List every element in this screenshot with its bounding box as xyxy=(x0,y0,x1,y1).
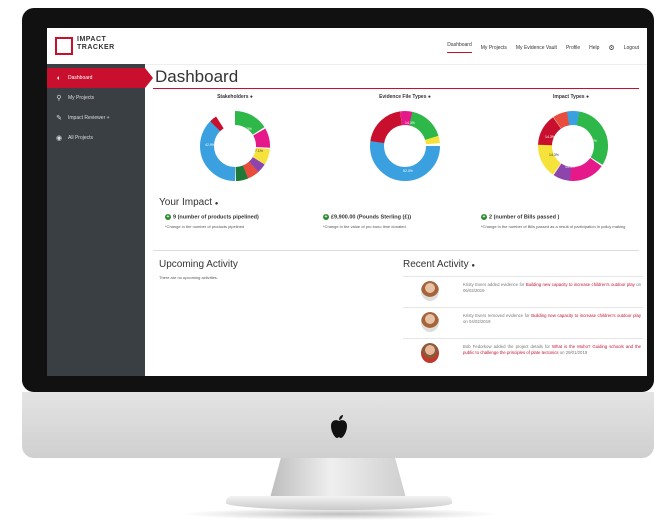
slice-label: 14.3% xyxy=(549,153,559,157)
globe-icon: ◉ xyxy=(55,135,63,142)
activity-text: Kristy Evers added evidence for Building… xyxy=(463,282,641,293)
impact-metric: +2 (number of Bills passed ) xyxy=(481,214,560,221)
chart-title-impact-types: Impact Types ● xyxy=(552,94,589,100)
screen: IMPACT TRACKER Dashboard My Projects My E… xyxy=(47,28,647,376)
info-icon[interactable]: ● xyxy=(215,201,219,207)
plus-icon: + xyxy=(481,214,487,220)
apple-logo-icon xyxy=(331,415,347,438)
dashboard-icon: ◐ xyxy=(56,74,62,82)
slice-label: 14.3% xyxy=(565,165,575,169)
project-link[interactable]: Building new capacity to increase childr… xyxy=(531,313,641,318)
settings-icon[interactable]: ⚙ xyxy=(608,44,614,52)
impact-metric: + £9,900.00 (Pounds Sterling (£)) xyxy=(323,214,412,221)
info-icon[interactable]: ● xyxy=(250,94,253,100)
slice-label: 21.4% xyxy=(587,139,597,143)
top-bar: IMPACT TRACKER Dashboard My Projects My E… xyxy=(47,28,647,65)
impact-note: *Change in the value of pro bono time do… xyxy=(323,224,406,229)
activity-item[interactable]: Kristy Evers removed evidence for Buildi… xyxy=(403,307,643,338)
slice-label: 7.1% xyxy=(255,149,263,153)
impact-note: *Change in the number of Bills passed as… xyxy=(481,224,626,229)
sidebar-item-my-projects[interactable]: ⚲ My Projects xyxy=(47,88,145,108)
nav-my-projects[interactable]: My Projects xyxy=(481,45,507,51)
nav-profile[interactable]: Profile xyxy=(566,45,580,51)
avatar xyxy=(421,343,439,363)
avatar xyxy=(421,281,439,301)
sidebar-item-all-projects[interactable]: ◉ All Projects xyxy=(47,128,145,148)
activity-text: Bob Fedorkow added the project details f… xyxy=(463,344,641,355)
main-content: Dashboard Stakeholders ● Evidence File T… xyxy=(145,64,647,376)
brand-name[interactable]: IMPACT TRACKER xyxy=(77,36,137,52)
logo-icon[interactable] xyxy=(55,37,73,55)
nav-logout[interactable]: Logout xyxy=(624,45,639,51)
monitor-stand-neck xyxy=(270,458,406,498)
impact-note: *Change in the number of products pipeli… xyxy=(165,224,245,229)
avatar xyxy=(421,312,439,332)
section-title-recent-activity: Recent Activity ● xyxy=(403,259,475,270)
sidebar-item-impact-reviewer[interactable]: ✎ Impact Reviewer + xyxy=(47,108,145,128)
donut-chart-stakeholders[interactable]: 14.3% 7.1% 42.9% xyxy=(197,108,273,184)
nav-dashboard[interactable]: Dashboard xyxy=(447,42,472,53)
slice-label: 42.9% xyxy=(205,143,215,147)
map-pin-icon: ⚲ xyxy=(56,95,62,102)
page-title: Dashboard xyxy=(155,67,239,86)
info-icon[interactable]: ● xyxy=(586,94,589,100)
activity-item[interactable]: Bob Fedorkow added the project details f… xyxy=(403,338,643,369)
donut-chart-evidence-file-types[interactable]: 14.3% 52.0% xyxy=(367,108,443,184)
section-title-your-impact: Your Impact ● xyxy=(159,197,219,208)
megaphone-icon: ✎ xyxy=(56,115,62,122)
info-icon[interactable]: ● xyxy=(428,94,431,100)
monitor-stand-base xyxy=(226,496,452,510)
section-divider xyxy=(153,250,639,251)
plus-icon: + xyxy=(323,214,329,220)
activity-text: Kristy Evers removed evidence for Buildi… xyxy=(463,313,641,324)
plus-icon: + xyxy=(165,214,171,220)
slice-label: 52.0% xyxy=(403,169,413,173)
title-divider xyxy=(153,88,639,89)
donut-chart-impact-types[interactable]: 21.4% 14.3% 14.3% 14.3% xyxy=(535,108,611,184)
nav-evidence-vault[interactable]: My Evidence Vault xyxy=(516,45,557,51)
project-link[interactable]: Building new capacity to increase childr… xyxy=(526,282,635,287)
impact-metric: +9 (number of products pipelined) xyxy=(165,214,259,221)
slice-label: 14.3% xyxy=(405,121,415,125)
section-title-upcoming-activity: Upcoming Activity xyxy=(159,259,238,270)
main-nav: Dashboard My Projects My Evidence Vault … xyxy=(447,42,639,53)
slice-label: 14.3% xyxy=(242,127,252,131)
info-icon[interactable]: ● xyxy=(471,263,475,269)
chart-title-stakeholders: Stakeholders ● xyxy=(217,94,253,100)
empty-state-text: There are no upcoming activities. xyxy=(159,275,218,280)
nav-help[interactable]: Help xyxy=(589,45,599,51)
slice-label: 14.3% xyxy=(545,135,555,139)
sidebar: ◐ Dashboard ⚲ My Projects ✎ Impact Reviewer… xyxy=(47,64,153,376)
sidebar-item-dashboard[interactable]: ◐ Dashboard xyxy=(47,68,153,88)
activity-item[interactable]: Kristy Evers added evidence for Building… xyxy=(403,276,643,307)
chart-title-evidence-file-types: Evidence File Types ● xyxy=(379,94,431,100)
